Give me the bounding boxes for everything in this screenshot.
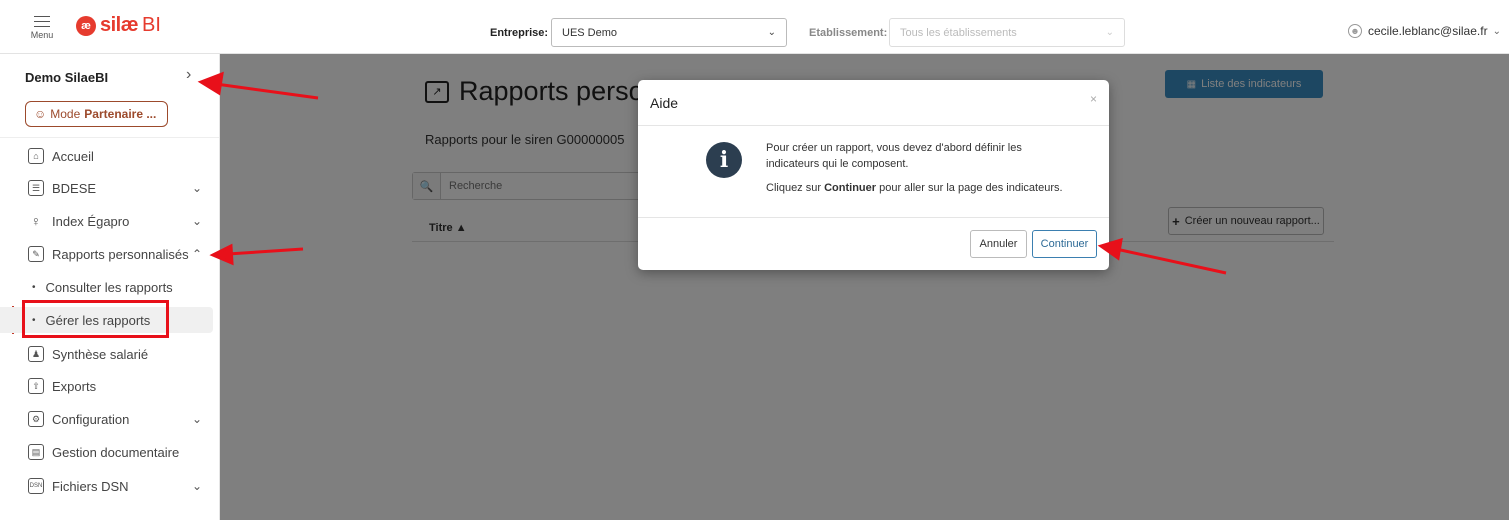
sidebar-item-label: Rapports personnalisés bbox=[52, 246, 189, 262]
modal-message: Pour créer un rapport, vous devez d'abor… bbox=[766, 142, 1022, 170]
bullet-icon: • bbox=[32, 281, 36, 293]
logo[interactable]: æ silæ BI bbox=[76, 14, 161, 37]
person-badge-icon: ♟ bbox=[28, 346, 44, 362]
modal-footer bbox=[638, 217, 1109, 218]
sidebar-item-index-egapro[interactable]: ♀ Index Égapro ⌄ bbox=[0, 207, 219, 235]
sidebar-item-gestion-documentaire[interactable]: ▤ Gestion documentaire bbox=[0, 438, 219, 466]
etablissement-label: Etablissement: bbox=[809, 27, 888, 39]
entreprise-label: Entreprise: bbox=[490, 27, 549, 39]
etablissement-select[interactable]: Tous les établissements ⌄ bbox=[889, 18, 1125, 47]
mode-prefix: Mode bbox=[50, 107, 81, 121]
mode-value: Partenaire ... bbox=[84, 107, 157, 121]
sidebar-item-accueil[interactable]: ⌂ Accueil bbox=[0, 142, 219, 170]
modal-instruction-prefix: Cliquez sur bbox=[766, 182, 822, 194]
divider bbox=[0, 137, 219, 138]
hamburger-icon bbox=[34, 16, 50, 27]
info-icon: i bbox=[706, 142, 742, 178]
logo-text: silæ bbox=[100, 14, 139, 36]
sidebar-subitem-consulter-rapports[interactable]: • Consulter les rapports bbox=[0, 274, 213, 300]
menu-label: Menu bbox=[30, 30, 54, 40]
sidebar-item-synthese-salarie[interactable]: ♟ Synthèse salarié bbox=[0, 340, 219, 368]
sidebar-subitem-label: Consulter les rapports bbox=[45, 279, 173, 295]
sidebar-item-label: BDESE bbox=[52, 180, 97, 196]
user-icon: ☻ bbox=[1348, 24, 1362, 38]
sidebar-item-label: Synthèse salarié bbox=[52, 346, 149, 362]
logo-mark-icon: æ bbox=[76, 15, 96, 36]
modal-title: Aide bbox=[650, 95, 679, 111]
entreprise-value: UES Demo bbox=[562, 26, 618, 39]
sidebar-item-label: Fichiers DSN bbox=[52, 478, 129, 494]
menu-button[interactable]: Menu bbox=[28, 16, 56, 40]
sidebar-item-rapports-personnalises[interactable]: ✎ Rapports personnalisés ⌃ bbox=[0, 240, 219, 268]
cancel-button[interactable]: Annuler bbox=[970, 230, 1027, 258]
user-settings-icon: ☺ bbox=[34, 107, 47, 121]
home-icon: ⌂ bbox=[28, 148, 44, 164]
sidebar: Demo SilaeBI › ☺ Mode Partenaire ... ⌂ A… bbox=[0, 54, 220, 520]
chevron-down-icon: ⌄ bbox=[192, 479, 203, 493]
report-edit-icon: ✎ bbox=[28, 246, 44, 262]
sidebar-item-configuration[interactable]: ⚙ Configuration ⌄ bbox=[0, 405, 219, 433]
logo-suffix: BI bbox=[142, 14, 161, 36]
modal-instruction: Cliquez sur Continuer pour aller sur la … bbox=[766, 182, 1063, 194]
document-icon: ▤ bbox=[28, 444, 44, 460]
sidebar-item-label: Accueil bbox=[52, 148, 94, 164]
sidebar-item-label: Gestion documentaire bbox=[52, 444, 180, 460]
chevron-down-icon: ⌄ bbox=[767, 27, 776, 38]
etablissement-placeholder: Tous les établissements bbox=[900, 26, 1017, 39]
export-icon: ⇧ bbox=[28, 378, 44, 394]
chevron-down-icon: ⌄ bbox=[1105, 27, 1114, 38]
modal-header: Aide × bbox=[638, 80, 1109, 126]
sidebar-item-bdese[interactable]: ☰ BDESE ⌄ bbox=[0, 174, 219, 202]
settings-doc-icon: ⚙ bbox=[28, 411, 44, 427]
sidebar-item-fichiers-dsn[interactable]: DSN Fichiers DSN ⌄ bbox=[0, 472, 219, 500]
sidebar-item-label: Configuration bbox=[52, 411, 130, 427]
dsn-file-icon: DSN bbox=[28, 478, 44, 494]
chevron-down-icon: ⌄ bbox=[192, 181, 203, 195]
modal-instruction-suffix: pour aller sur la page des indicateurs. bbox=[879, 182, 1063, 194]
mode-partenaire-button[interactable]: ☺ Mode Partenaire ... bbox=[25, 101, 168, 127]
close-icon[interactable]: × bbox=[1090, 92, 1097, 106]
chevron-right-icon[interactable]: › bbox=[186, 66, 191, 84]
gender-icon: ♀ bbox=[30, 213, 42, 229]
aide-modal: Aide × i Pour créer un rapport, vous dev… bbox=[638, 80, 1109, 270]
annotation-highlight-box bbox=[22, 300, 169, 338]
sidebar-item-exports[interactable]: ⇧ Exports bbox=[0, 372, 219, 400]
user-email: cecile.leblanc@silae.fr bbox=[1368, 24, 1488, 38]
user-menu[interactable]: ☻ cecile.leblanc@silae.fr ⌄ bbox=[1348, 24, 1501, 38]
sidebar-item-label: Exports bbox=[52, 378, 97, 394]
chevron-down-icon: ⌄ bbox=[192, 412, 203, 426]
org-name: Demo SilaeBI bbox=[25, 70, 109, 85]
sidebar-item-label: Index Égapro bbox=[52, 213, 130, 229]
entreprise-select[interactable]: UES Demo ⌄ bbox=[551, 18, 787, 47]
database-icon: ☰ bbox=[28, 180, 44, 196]
chevron-down-icon: ⌄ bbox=[1492, 25, 1501, 37]
continue-button[interactable]: Continuer bbox=[1032, 230, 1097, 258]
top-bar: Menu æ silæ BI Entreprise: UES Demo ⌄ Et… bbox=[0, 0, 1509, 54]
chevron-up-icon: ⌃ bbox=[192, 247, 203, 261]
modal-instruction-bold: Continuer bbox=[824, 182, 877, 194]
chevron-down-icon: ⌄ bbox=[192, 214, 203, 228]
